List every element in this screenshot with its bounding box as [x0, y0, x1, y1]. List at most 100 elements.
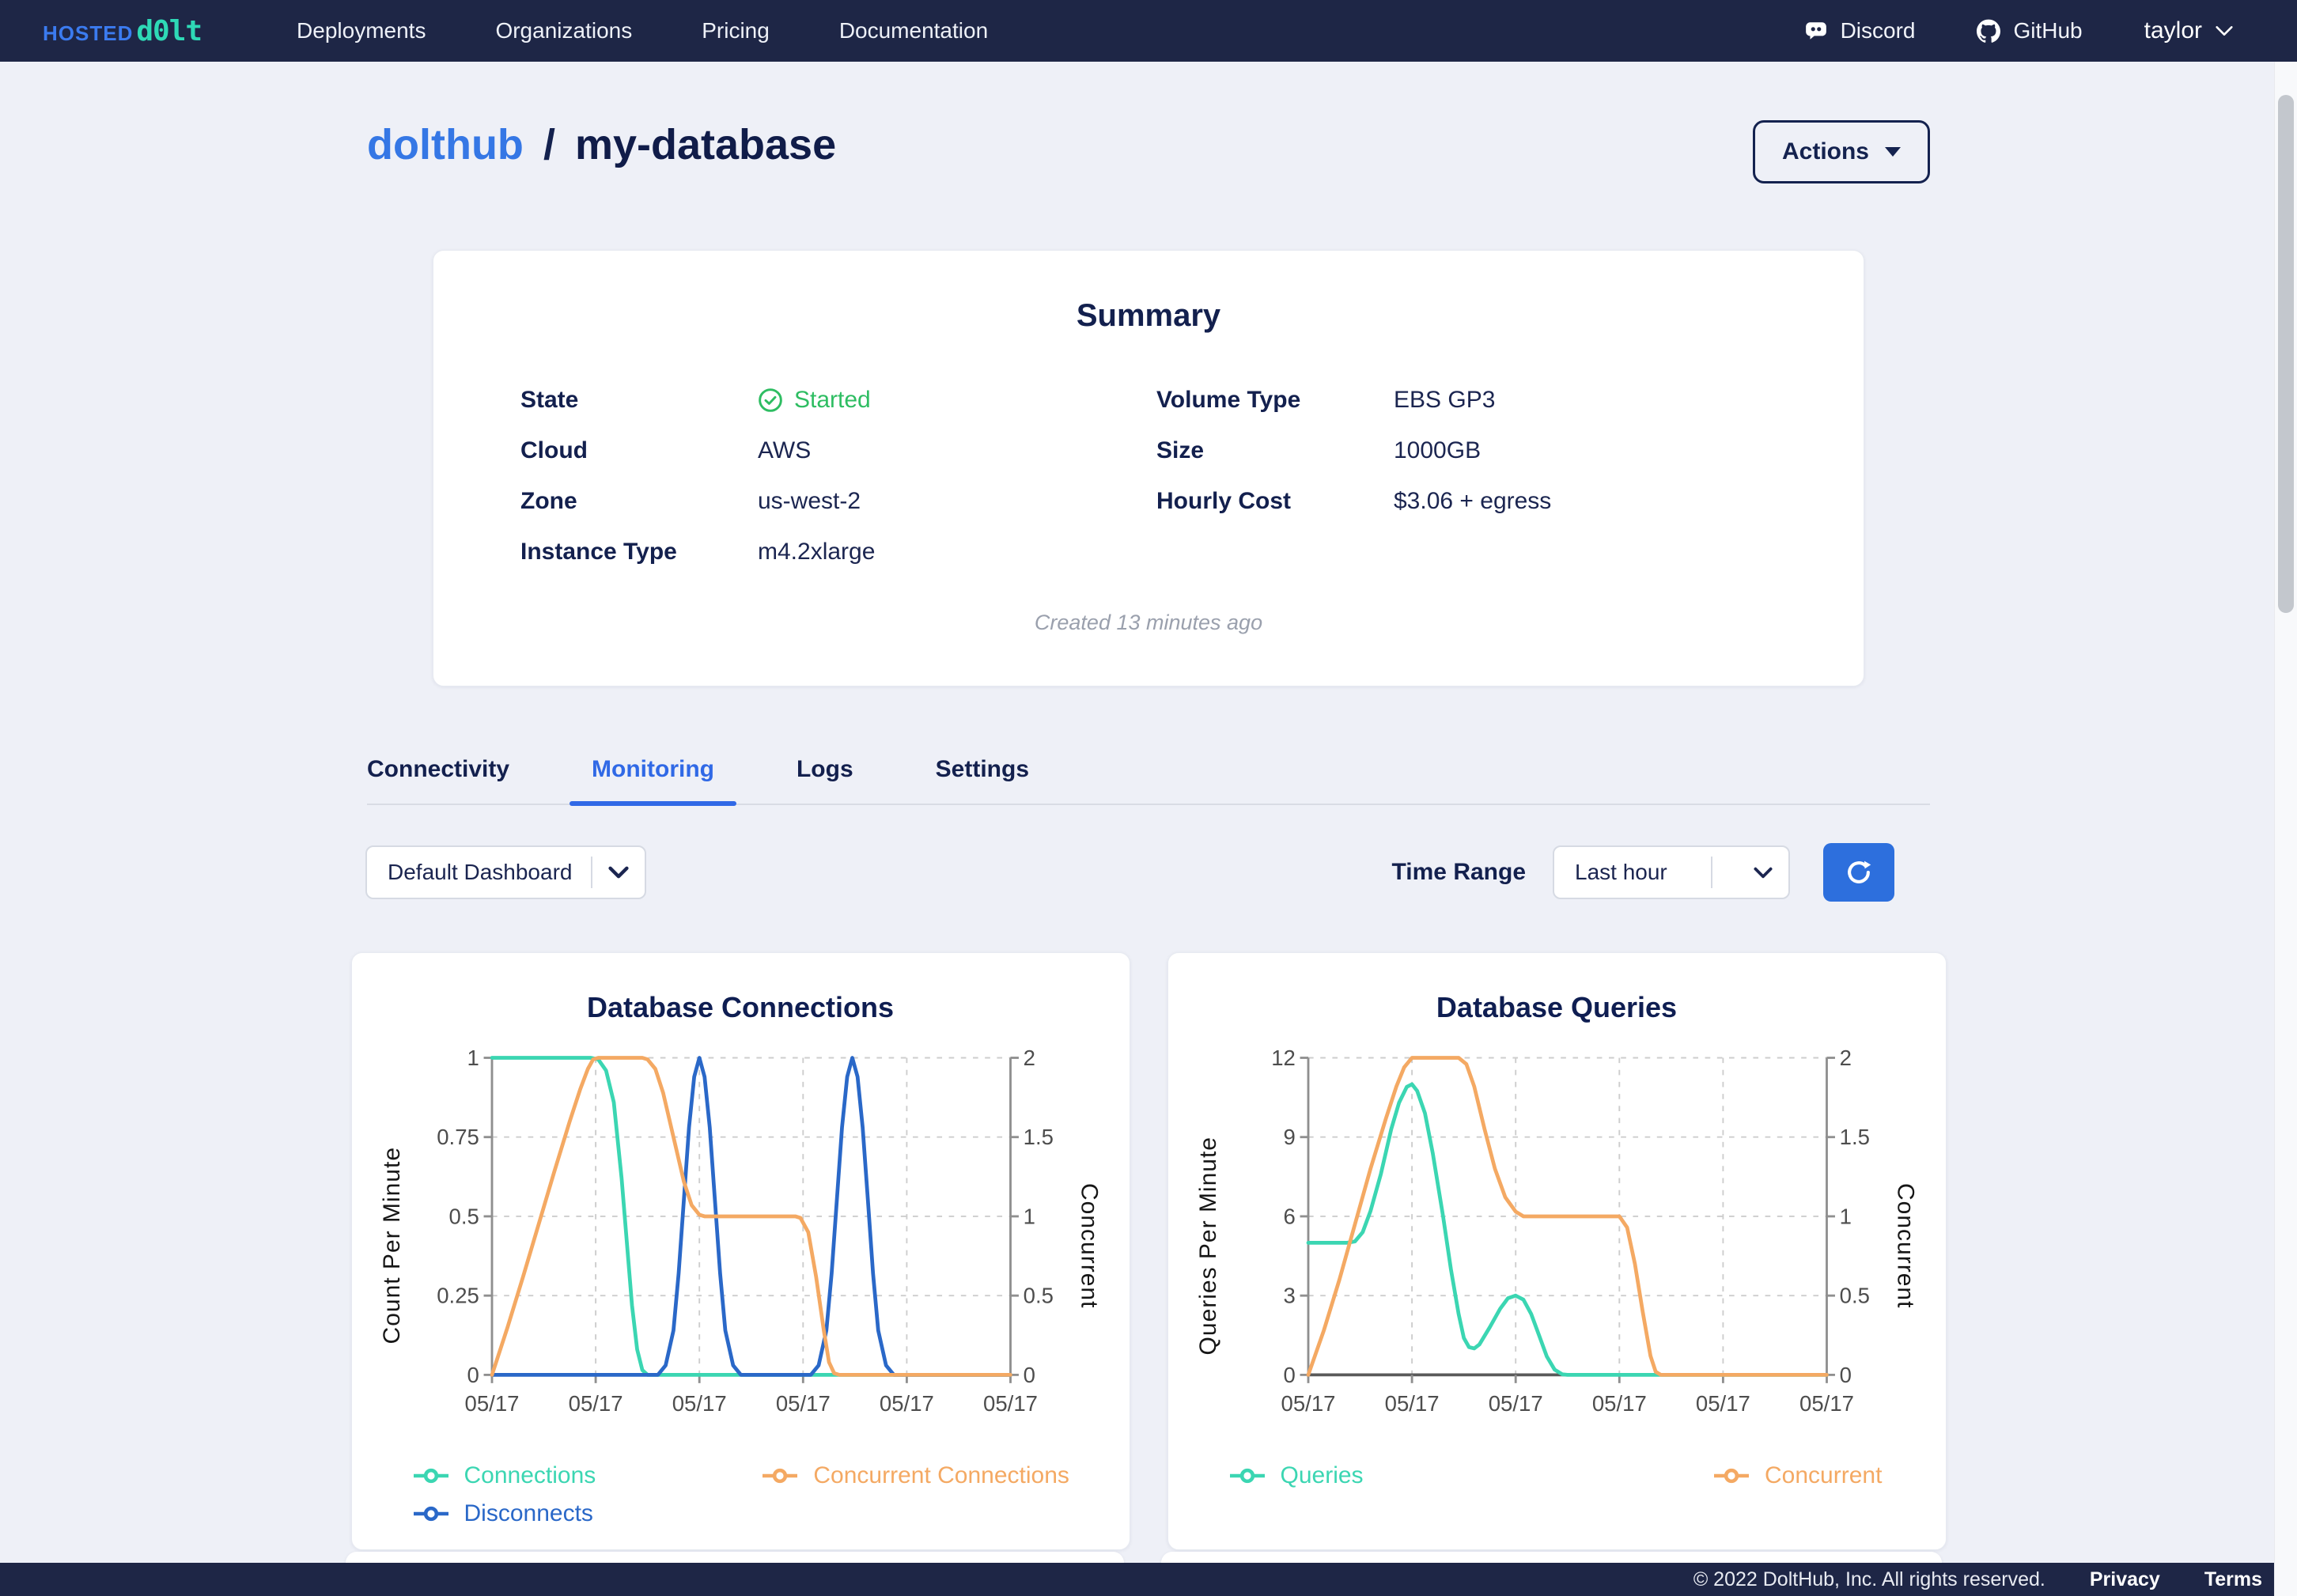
caret-down-icon [1885, 147, 1901, 157]
chevron-down-icon [2215, 25, 2234, 36]
discord-link[interactable]: Discord [1804, 18, 1916, 43]
legend-label: Queries [1281, 1462, 1364, 1489]
hosted-dolt-logo[interactable]: HOSTED d0lt [43, 15, 202, 47]
svg-text:0: 0 [467, 1363, 479, 1387]
terms-link[interactable]: Terms [2204, 1568, 2262, 1591]
created-timestamp: Created 13 minutes ago [520, 611, 1777, 635]
legend-marker-icon [1711, 1467, 1752, 1484]
svg-text:1.5: 1.5 [1023, 1125, 1053, 1149]
database-queries-card: Database Queries Queries Per Minute 0369… [1167, 952, 1947, 1550]
svg-text:05/17: 05/17 [568, 1391, 622, 1416]
select-divider [1711, 857, 1712, 888]
page-title: my-database [575, 121, 836, 168]
privacy-link[interactable]: Privacy [2090, 1568, 2160, 1591]
svg-text:1.5: 1.5 [1839, 1125, 1869, 1149]
legend-label: Concurrent Connections [813, 1462, 1069, 1489]
refresh-button[interactable] [1823, 843, 1894, 902]
breadcrumb-org-link[interactable]: dolthub [367, 121, 524, 168]
chevron-down-icon [1754, 867, 1773, 879]
actions-button[interactable]: Actions [1753, 120, 1930, 183]
tab-logs[interactable]: Logs [797, 756, 853, 804]
select-divider [591, 857, 592, 888]
volume-type-value: EBS GP3 [1394, 387, 1777, 414]
chart-title-queries: Database Queries [1195, 991, 1919, 1024]
legend-label: Concurrent [1765, 1462, 1882, 1489]
github-icon [1977, 19, 2000, 43]
charts-row: Database Connections Count Per Minute 00… [327, 952, 1970, 1550]
volume-type-label: Volume Type [1156, 387, 1394, 414]
summary-row-cloud: Cloud AWS [520, 437, 1141, 465]
zone-label: Zone [520, 488, 758, 515]
legend-label: Connections [464, 1462, 596, 1489]
breadcrumb: dolthub / my-database [367, 112, 836, 177]
instance-type-value: m4.2xlarge [758, 539, 1141, 565]
legend-marker-icon [1227, 1467, 1268, 1484]
tab-settings[interactable]: Settings [936, 756, 1029, 804]
svg-text:05/17: 05/17 [1695, 1391, 1750, 1416]
summary-title: Summary [520, 298, 1777, 334]
summary-row-state: State Started [520, 386, 1141, 414]
username: taylor [2144, 17, 2202, 44]
time-range-label: Time Range [1392, 859, 1527, 886]
legend-marker-icon [411, 1505, 452, 1522]
svg-text:0.5: 0.5 [448, 1204, 479, 1228]
svg-text:0: 0 [1023, 1363, 1035, 1387]
top-nav: HOSTED d0lt Deployments Organizations Pr… [0, 0, 2297, 62]
summary-row-zone: Zone us-west-2 [520, 487, 1141, 516]
dashboard-select-value: Default Dashboard [388, 860, 572, 885]
scrollbar-track[interactable] [2274, 62, 2297, 1596]
svg-text:05/17: 05/17 [1384, 1391, 1439, 1416]
main-content: dolthub / my-database Actions Summary St… [327, 112, 1970, 1550]
queries-chart-legend: Queries Concurrent [1195, 1462, 1919, 1489]
svg-text:05/17: 05/17 [879, 1391, 933, 1416]
legend-item-connections[interactable]: Connections [411, 1462, 760, 1489]
svg-text:05/17: 05/17 [1488, 1391, 1542, 1416]
discord-label: Discord [1841, 18, 1916, 43]
instance-type-label: Instance Type [520, 539, 758, 565]
svg-text:12: 12 [1271, 1046, 1296, 1070]
legend-item-disconnects[interactable]: Disconnects [411, 1500, 760, 1527]
svg-text:05/17: 05/17 [672, 1391, 726, 1416]
chart-body: Queries Per Minute 03691200.511.5205/170… [1195, 1035, 1919, 1456]
left-axis-label: Count Per Minute [379, 1147, 406, 1344]
cloud-value: AWS [758, 437, 1141, 464]
nav-item-pricing[interactable]: Pricing [702, 18, 770, 43]
svg-text:05/17: 05/17 [983, 1391, 1038, 1416]
svg-text:05/17: 05/17 [1281, 1391, 1335, 1416]
svg-text:0.5: 0.5 [1023, 1284, 1053, 1308]
summary-right-column: Volume Type EBS GP3 Size 1000GB Hourly C… [1156, 386, 1777, 566]
connections-chart-plot: 00.250.50.75100.511.5205/1705/1705/1705/… [401, 1035, 1079, 1456]
right-axis-label: Concurrent [1076, 1183, 1103, 1308]
legend-marker-icon [411, 1467, 452, 1484]
tab-bar: Connectivity Monitoring Logs Settings [367, 756, 1930, 805]
nav-item-organizations[interactable]: Organizations [495, 18, 632, 43]
svg-text:2: 2 [1023, 1046, 1035, 1070]
queries-chart-plot: 03691200.511.5205/1705/1705/1705/1705/17… [1217, 1035, 1895, 1456]
nav-item-deployments[interactable]: Deployments [297, 18, 426, 43]
app-root: HOSTED d0lt Deployments Organizations Pr… [0, 0, 2297, 1596]
dashboard-select[interactable]: Default Dashboard [365, 845, 646, 899]
github-link[interactable]: GitHub [1977, 18, 2082, 43]
legend-item-concurrent-connections[interactable]: Concurrent Connections [759, 1462, 1102, 1489]
tab-monitoring[interactable]: Monitoring [570, 756, 736, 804]
legend-marker-icon [759, 1467, 800, 1484]
user-menu[interactable]: taylor [2144, 17, 2234, 44]
zone-value: us-west-2 [758, 488, 1141, 515]
legend-item-queries[interactable]: Queries [1227, 1462, 1712, 1489]
page-head: dolthub / my-database Actions [367, 112, 1930, 183]
svg-text:1: 1 [1839, 1204, 1851, 1228]
svg-text:05/17: 05/17 [1591, 1391, 1646, 1416]
scrollbar-thumb[interactable] [2278, 95, 2294, 613]
series-concurrent-connections [492, 1058, 1011, 1375]
size-value: 1000GB [1394, 437, 1777, 464]
connections-chart-legend: Connections Concurrent Connections Disconn… [379, 1462, 1103, 1527]
svg-text:0.25: 0.25 [437, 1284, 479, 1308]
nav-item-documentation[interactable]: Documentation [839, 18, 988, 43]
legend-item-concurrent[interactable]: Concurrent [1711, 1462, 1919, 1489]
discord-icon [1804, 21, 1828, 41]
summary-card: Summary State Started Cloud AWS [433, 250, 1864, 686]
copyright-text: © 2022 DoltHub, Inc. All rights reserved… [1693, 1568, 2045, 1591]
tab-connectivity[interactable]: Connectivity [367, 756, 509, 804]
chevron-down-icon [608, 866, 629, 879]
time-range-select[interactable]: Last hour [1553, 845, 1790, 899]
